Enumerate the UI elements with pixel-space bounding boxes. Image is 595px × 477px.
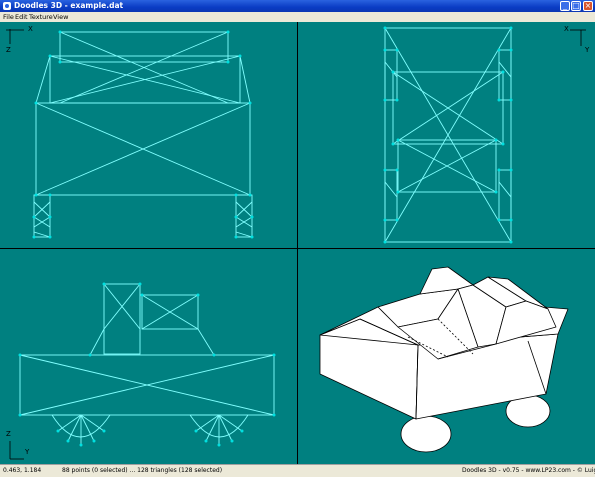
front-view[interactable]	[0, 22, 297, 248]
close-icon[interactable]: ×	[583, 1, 593, 11]
status-about: Doodles 3D - v0.75 - www.LP23.com - © Lu…	[462, 467, 595, 474]
app-icon	[3, 2, 11, 10]
axis-gizmo-side	[570, 29, 586, 46]
side-axis-v: Y	[585, 46, 590, 54]
top-axis-h: Y	[25, 448, 30, 456]
front-wireframe	[33, 31, 253, 238]
top-wireframe	[19, 283, 275, 445]
window-title: Doodles 3D - example.dat	[14, 1, 124, 10]
perspective-view[interactable]	[298, 249, 595, 464]
front-axis-h: X	[28, 25, 33, 33]
top-view[interactable]	[0, 249, 297, 464]
axis-gizmo	[6, 29, 24, 44]
viewport-divider-v[interactable]	[297, 22, 298, 464]
side-view[interactable]	[298, 22, 595, 248]
side-axis-h: X	[564, 25, 569, 33]
status-selection: 88 points (0 selected) ... 128 triangles…	[62, 467, 223, 474]
status-bar: 0.463, 1.184 88 points (0 selected) ... …	[0, 464, 595, 477]
menu-edit[interactable]: Edit	[15, 13, 28, 21]
viewport-area[interactable]: X Z X Y Y Z	[0, 22, 595, 464]
menu-texture[interactable]: Texture	[29, 13, 53, 21]
title-bar: Doodles 3D - example.dat _ □ ×	[0, 0, 595, 12]
axis-gizmo-top	[9, 441, 24, 460]
menu-file[interactable]: File	[3, 13, 14, 21]
minimize-icon[interactable]: _	[560, 1, 570, 11]
solid-model	[319, 266, 569, 453]
menu-view[interactable]: View	[53, 13, 68, 21]
front-axis-v: Z	[6, 46, 11, 54]
status-coords: 0.463, 1.184	[3, 467, 42, 474]
maximize-icon[interactable]: □	[571, 1, 581, 11]
top-axis-v: Z	[6, 430, 11, 438]
side-wireframe	[384, 27, 512, 243]
